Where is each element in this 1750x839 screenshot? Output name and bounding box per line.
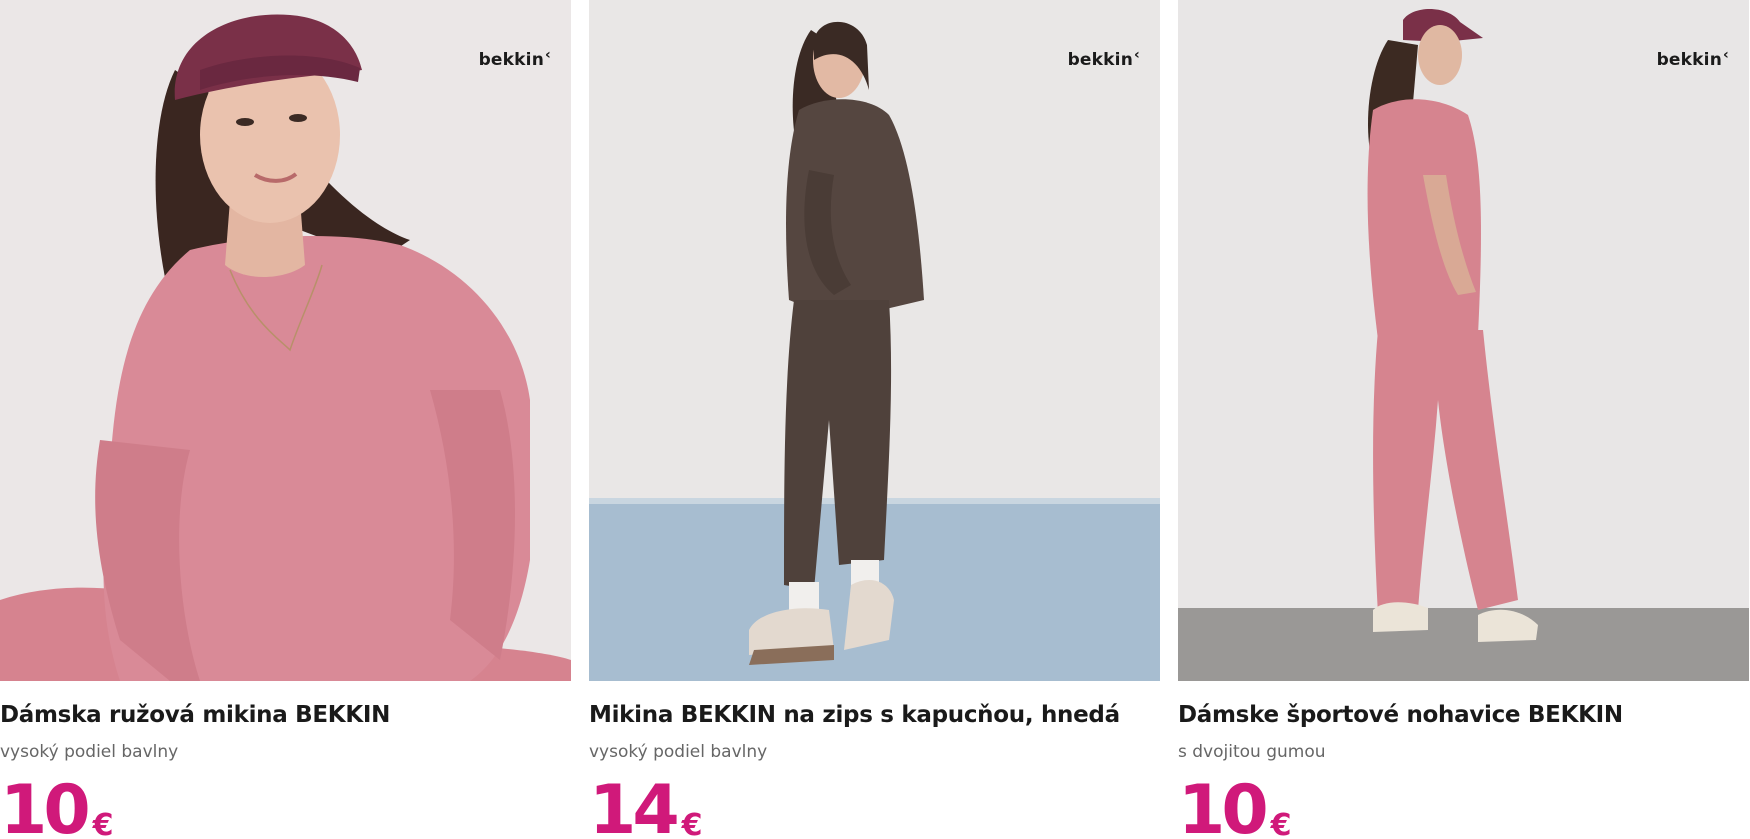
product-image[interactable]: bekkin‹ (589, 0, 1160, 681)
brand-logo-text: bekkin (478, 50, 545, 70)
product-title[interactable]: Dámske športové nohavice BEKKIN (1178, 702, 1749, 728)
brand-logo-text: bekkin (1656, 50, 1723, 70)
product-card[interactable]: bekkin‹ Dámske športové nohavice BEKKIN … (1178, 0, 1749, 839)
price-currency: € (681, 808, 703, 839)
product-card[interactable]: bekkin‹ Dámska ružová mikina BEKKIN vyso… (0, 0, 571, 839)
product-price: 14 € (589, 773, 703, 839)
product-image[interactable]: bekkin‹ (0, 0, 571, 681)
product-price: 10 € (0, 773, 114, 839)
product-grid: bekkin‹ Dámska ružová mikina BEKKIN vyso… (0, 0, 1750, 839)
brand-logo-mark: ‹ (1723, 47, 1729, 63)
product-subtitle: vysoký podiel bavlny (0, 742, 179, 762)
brand-logo-text: bekkin (1067, 50, 1134, 70)
brand-logo: bekkin‹ (1656, 47, 1729, 70)
product-card[interactable]: bekkin‹ Mikina BEKKIN na zips s kapucňou… (589, 0, 1160, 839)
product-subtitle: s dvojitou gumou (1178, 742, 1326, 762)
price-amount: 10 (0, 771, 91, 839)
product-subtitle: vysoký podiel bavlny (589, 742, 768, 762)
price-currency: € (1270, 808, 1292, 839)
product-photo (0, 0, 571, 681)
brand-logo: bekkin‹ (478, 47, 551, 70)
product-title[interactable]: Mikina BEKKIN na zips s kapucňou, hnedá (589, 702, 1160, 728)
product-title[interactable]: Dámska ružová mikina BEKKIN (0, 702, 571, 728)
price-amount: 10 (1178, 771, 1269, 839)
price-currency: € (92, 808, 114, 839)
price-amount: 14 (589, 771, 680, 839)
product-photo (1178, 0, 1749, 681)
brand-logo: bekkin‹ (1067, 47, 1140, 70)
product-photo (589, 0, 1160, 681)
product-price: 10 € (1178, 773, 1292, 839)
brand-logo-mark: ‹ (1134, 47, 1140, 63)
product-image[interactable]: bekkin‹ (1178, 0, 1749, 681)
brand-logo-mark: ‹ (545, 47, 551, 63)
